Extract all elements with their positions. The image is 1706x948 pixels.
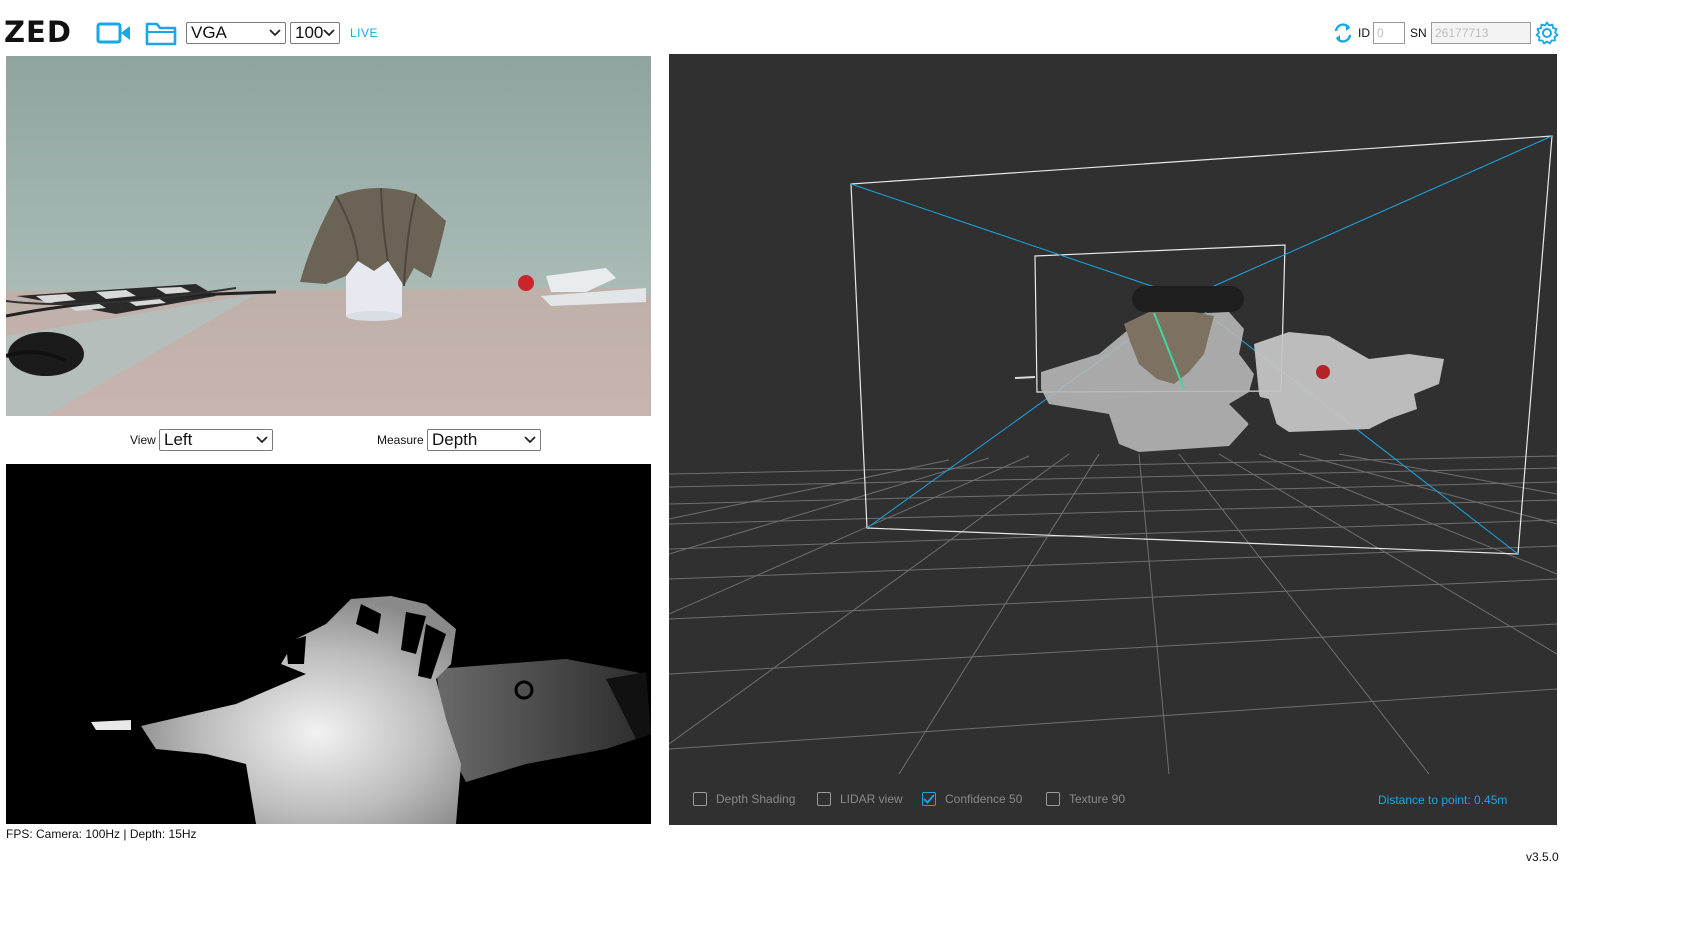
depth-shading-checkbox[interactable]: Depth Shading: [693, 792, 795, 806]
measure-value: Depth: [432, 430, 478, 449]
live-indicator: LIVE: [350, 26, 379, 40]
folder-icon[interactable]: [145, 20, 177, 51]
version-label: v3.5.0: [1526, 850, 1559, 864]
view-value: Left: [164, 430, 193, 449]
measure-label: Measure: [377, 433, 424, 447]
resolution-select[interactable]: VGA: [186, 22, 286, 44]
zed-logo: ZED: [4, 15, 72, 49]
chevron-down-icon: [256, 436, 268, 444]
checkbox-label: Depth Shading: [716, 792, 796, 806]
point-cloud-3d-view[interactable]: Depth Shading LIDAR view Confidence 50 T…: [669, 54, 1557, 825]
lidar-view-checkbox[interactable]: LIDAR view: [817, 792, 903, 806]
sn-label: SN: [1410, 26, 1427, 40]
sn-input[interactable]: 26177713: [1431, 22, 1531, 44]
camera-image: [6, 56, 651, 416]
left-camera-view[interactable]: [6, 56, 651, 416]
point-cloud-canvas: [669, 135, 1557, 775]
gear-icon[interactable]: [1535, 21, 1559, 50]
id-label: ID: [1358, 26, 1370, 40]
checkbox-label: Texture 90: [1069, 792, 1126, 806]
refresh-icon[interactable]: [1332, 22, 1354, 49]
fps-value: 100: [295, 23, 324, 42]
view-select[interactable]: Left: [159, 429, 273, 451]
video-camera-icon[interactable]: [96, 21, 132, 50]
measure-select[interactable]: Depth: [427, 429, 541, 451]
checkbox-box[interactable]: [817, 792, 831, 806]
checkbox-label: LIDAR view: [840, 792, 903, 806]
fps-status: FPS: Camera: 100Hz | Depth: 15Hz: [6, 827, 197, 841]
depth-image: [91, 596, 651, 824]
fps-select[interactable]: 100: [290, 22, 340, 44]
depth-map-view[interactable]: [6, 464, 651, 824]
texture-checkbox[interactable]: Texture 90: [1046, 792, 1125, 806]
view-label: View: [130, 433, 156, 447]
chevron-down-icon: [524, 436, 536, 444]
checkbox-box[interactable]: [1046, 792, 1060, 806]
id-input[interactable]: 0: [1373, 22, 1405, 44]
confidence-checkbox[interactable]: Confidence 50: [922, 792, 1022, 806]
chevron-down-icon: [269, 29, 281, 37]
checkbox-label: Confidence 50: [945, 792, 1023, 806]
chevron-down-icon: [323, 29, 336, 37]
checkbox-box[interactable]: [922, 792, 936, 806]
resolution-value: VGA: [191, 23, 227, 42]
checkmark-icon: [923, 794, 935, 804]
distance-readout: Distance to point: 0.45m: [1378, 793, 1508, 807]
checkbox-box[interactable]: [693, 792, 707, 806]
